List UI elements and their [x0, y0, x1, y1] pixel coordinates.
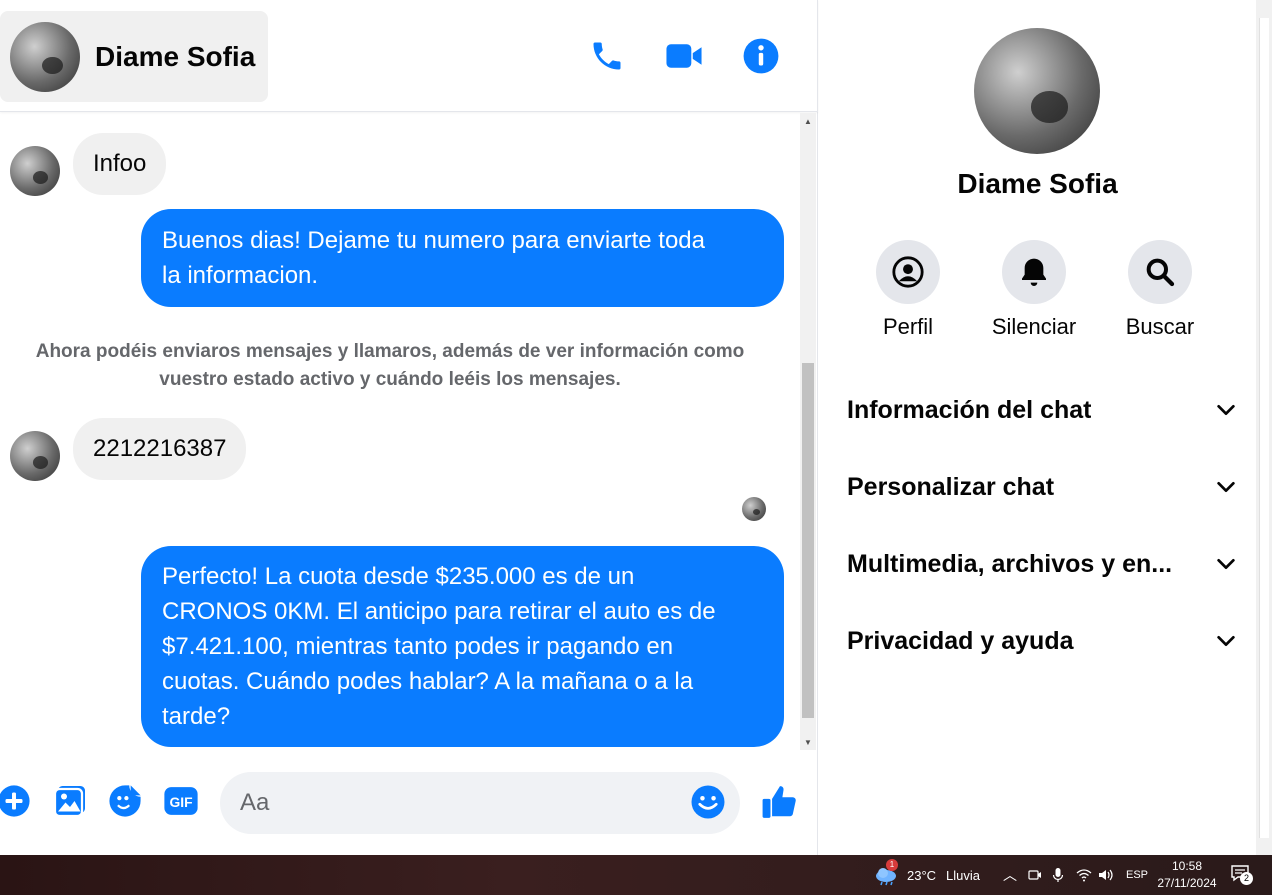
message-text-line: la informacion.: [162, 262, 319, 289]
system-notice-line: Ahora podéis enviaros mensajes y llamaro…: [35, 341, 745, 362]
clock-date: 27/11/2024: [1157, 876, 1217, 890]
chevron-up-icon[interactable]: ︿: [1003, 855, 1017, 895]
section-label: Multimedia, archivos y en...: [847, 549, 1173, 578]
notifications-icon[interactable]: 2: [1230, 855, 1254, 895]
conversation-info-pane: Diame Sofia Perfil Silenciar Buscar Info…: [819, 0, 1256, 855]
message-text: 2212216387: [93, 435, 227, 462]
profile-avatar: [974, 28, 1100, 154]
contact-header-button[interactable]: Diame Sofia: [0, 11, 268, 102]
system-notice-line: vuestro estado activo y cuándo leéis los…: [159, 369, 621, 390]
section-customize-chat[interactable]: Personalizar chat: [847, 459, 1237, 515]
message-scrollbar[interactable]: ▲ ▼: [800, 113, 816, 750]
microphone-icon[interactable]: [1052, 855, 1064, 895]
action-profile[interactable]: Perfil: [853, 240, 963, 340]
contact-name: Diame Sofia: [95, 40, 256, 72]
language-indicator[interactable]: ESP: [1126, 855, 1148, 895]
contact-avatar: [10, 21, 80, 92]
action-search[interactable]: Buscar: [1105, 240, 1215, 340]
video-call-icon[interactable]: [664, 36, 704, 76]
message-bubble-outgoing[interactable]: Buenos dias! Dejame tu numero para envia…: [141, 209, 784, 307]
section-chat-info[interactable]: Información del chat: [847, 382, 1237, 438]
scroll-down-icon[interactable]: ▼: [800, 734, 816, 750]
section-media-files[interactable]: Multimedia, archivos y en...: [847, 536, 1237, 592]
phone-call-icon[interactable]: [587, 36, 627, 76]
action-label: Perfil: [882, 314, 934, 339]
section-label: Personalizar chat: [847, 472, 1055, 501]
scroll-thumb[interactable]: [802, 363, 814, 718]
photo-icon[interactable]: [52, 783, 88, 819]
sticker-icon[interactable]: [107, 783, 143, 819]
sender-avatar: [10, 431, 60, 481]
message-bubble-incoming[interactable]: Infoo: [73, 133, 167, 195]
emoji-icon[interactable]: [690, 784, 726, 820]
action-mute[interactable]: Silenciar: [979, 240, 1089, 340]
chat-header: Diame Sofia: [0, 0, 818, 112]
composer-bar: GIF: [0, 760, 818, 850]
message-list: Infoo Buenos dias! Dejame tu numero para…: [0, 113, 800, 750]
weather-widget[interactable]: 1 23°C Lluvia: [873, 855, 980, 895]
clock-time: 10:58: [1171, 859, 1203, 873]
profile-circle-button[interactable]: [876, 240, 940, 304]
section-privacy-help[interactable]: Privacidad y ayuda: [847, 613, 1237, 669]
message-text: Infoo: [93, 150, 147, 177]
chevron-down-icon: [1217, 481, 1235, 493]
weather-condition: Lluvia: [946, 867, 981, 883]
scroll-up-icon[interactable]: ▲: [800, 113, 816, 129]
system-notice: Ahora podéis enviaros mensajes y llamaro…: [0, 338, 780, 394]
chevron-down-icon: [1217, 635, 1235, 647]
profile-name: Diame Sofia: [957, 168, 1118, 199]
page-scroll-thumb[interactable]: [1259, 18, 1269, 838]
message-input-wrapper: [220, 772, 740, 834]
rain-cloud-icon: 1: [873, 859, 899, 887]
windows-taskbar: 1 23°C Lluvia ︿ ESP 10:58 27/11/2024 2: [0, 855, 1272, 895]
meet-now-icon[interactable]: [1028, 855, 1042, 895]
plus-icon[interactable]: [0, 783, 32, 819]
bell-circle-button[interactable]: [1002, 240, 1066, 304]
message-text-line: cuotas. Cuándo podes hablar? A la mañana…: [162, 668, 694, 695]
gif-icon[interactable]: GIF: [163, 783, 199, 819]
message-text-line: Buenos dias! Dejame tu numero para envia…: [162, 227, 705, 254]
message-bubble-incoming[interactable]: 2212216387: [73, 418, 247, 480]
wifi-icon[interactable]: [1076, 855, 1092, 895]
action-label: Buscar: [1125, 314, 1195, 339]
volume-icon[interactable]: [1098, 855, 1114, 895]
message-text-line: tarde?: [162, 703, 231, 730]
weather-badge: 1: [886, 859, 898, 871]
section-label: Información del chat: [847, 395, 1092, 424]
section-label: Privacidad y ayuda: [847, 626, 1074, 655]
action-label: Silenciar: [991, 314, 1077, 339]
message-text-line: CRONOS 0KM. El anticipo para retirar el …: [162, 598, 716, 625]
thumbs-up-icon[interactable]: [760, 782, 800, 822]
read-receipt-avatar: [742, 497, 766, 521]
message-text-line: Perfecto! La cuota desde $235.000 es de …: [162, 563, 635, 590]
chevron-down-icon: [1217, 558, 1235, 570]
message-input[interactable]: [240, 772, 680, 834]
message-bubble-outgoing[interactable]: Perfecto! La cuota desde $235.000 es de …: [141, 546, 784, 747]
svg-text:GIF: GIF: [169, 794, 192, 810]
message-text-line: $7.421.100, mientras tanto podes ir paga…: [162, 633, 674, 660]
chat-panel: Diame Sofia Infoo Buenos dias! Dejame tu…: [0, 0, 818, 855]
sender-avatar: [10, 146, 60, 196]
search-circle-button[interactable]: [1128, 240, 1192, 304]
system-clock[interactable]: 10:58 27/11/2024: [1148, 858, 1226, 892]
weather-temp: 23°C: [907, 867, 937, 883]
notification-count: 2: [1240, 872, 1253, 885]
chevron-down-icon: [1217, 404, 1235, 416]
page-scrollbar[interactable]: [1256, 0, 1272, 855]
info-icon[interactable]: [741, 36, 781, 76]
